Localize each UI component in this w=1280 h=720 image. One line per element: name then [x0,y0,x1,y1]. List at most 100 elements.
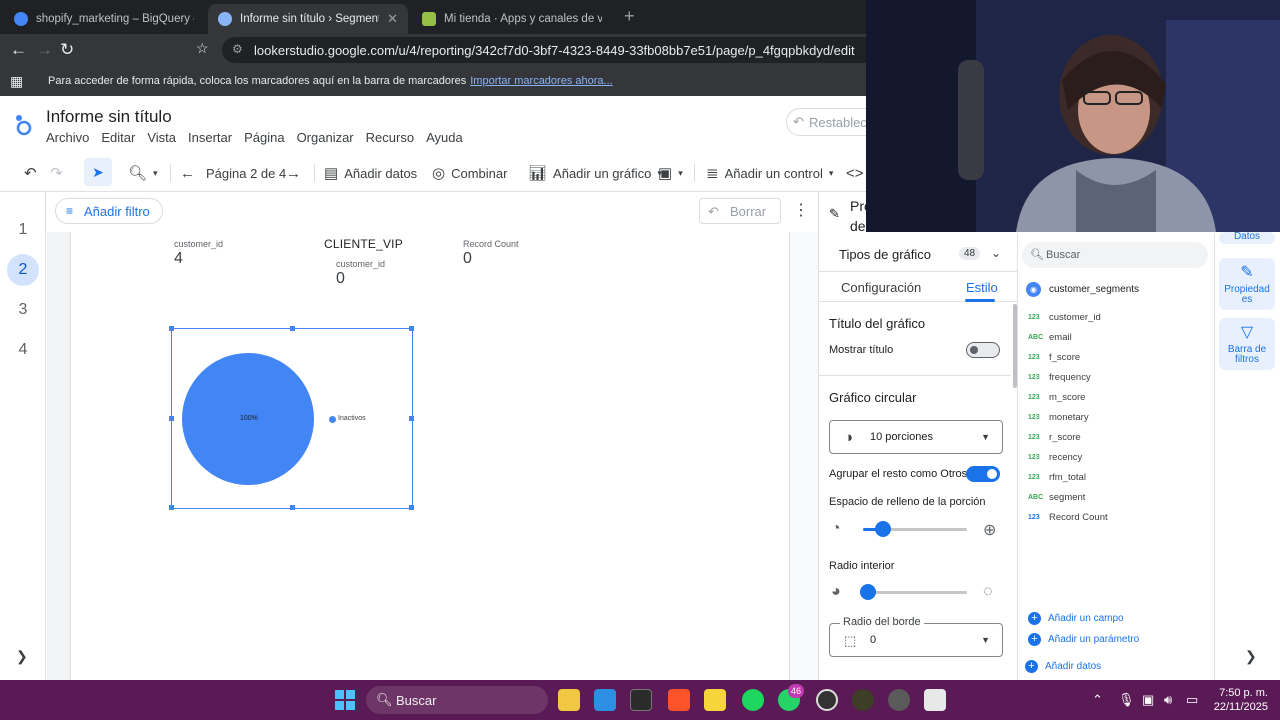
zoom-button[interactable]: 🔍︎ ▾ [128,162,158,184]
canvas-scrollbar[interactable] [790,232,818,680]
bookmark-icon[interactable]: ☆ [196,40,209,57]
menu-editar[interactable]: Editar [101,130,135,145]
terminal-icon[interactable] [630,689,652,711]
network-icon[interactable]: ▣ [1142,692,1154,708]
add-field-button[interactable]: + Añadir un campo [1028,612,1124,625]
field-item[interactable]: 123 rfm_total [1028,472,1086,483]
menu-organizar[interactable]: Organizar [297,130,354,145]
resize-handle[interactable] [290,505,295,510]
menu-pagina[interactable]: Página [244,130,284,145]
page-3[interactable]: 3 [7,294,39,326]
select-cursor-button[interactable]: ➤ [84,158,112,186]
legend-label[interactable]: Inactivos [338,415,366,422]
menu-archivo[interactable]: Archivo [46,130,89,145]
taskbar-search[interactable]: 🔍︎ Buscar [366,686,548,714]
system-clock[interactable]: 7:50 p. m. 22/11/2025 [1206,686,1268,714]
scorecard-customer-id-value[interactable]: 4 [174,250,183,268]
field-item[interactable]: ABC email [1028,332,1072,343]
tab-shopify[interactable]: Mi tienda · Apps y canales de venta · [412,4,612,34]
reload-icon[interactable]: ↻ [60,40,74,60]
page-1[interactable]: 1 [7,214,39,246]
tab-estilo[interactable]: Estilo [966,280,998,295]
show-title-toggle[interactable] [966,342,1000,358]
field-item[interactable]: 123 customer_id [1028,312,1101,323]
add-parameter-button[interactable]: + Añadir un parámetro [1028,633,1139,646]
page-4[interactable]: 4 [7,334,39,366]
redo-button[interactable]: ↷ [50,162,63,184]
resize-handle[interactable] [169,416,174,421]
add-data-panel-button[interactable]: + Añadir datos [1025,660,1101,673]
more-options-icon[interactable]: ⋮ [793,200,809,220]
slice-padding-slider[interactable] [875,521,891,537]
rail-properties-button[interactable]: ✎ Propiedades [1219,258,1275,310]
field-item[interactable]: ABC segment [1028,492,1085,503]
expand-panel-icon[interactable]: ❯ [16,648,28,665]
resize-handle[interactable] [169,505,174,510]
field-item[interactable]: 123 recency [1028,452,1082,463]
app-icon[interactable] [852,689,874,711]
report-title[interactable]: Informe sin título [46,107,172,127]
group-others-toggle[interactable] [966,466,1000,482]
clear-filters-button[interactable]: ↶ Borrar [699,198,781,224]
site-settings-icon[interactable]: ⚙ [232,42,246,56]
field-item[interactable]: 123 f_score [1028,352,1080,363]
slices-count-select[interactable]: ◑ 10 porciones ▼ [829,420,1003,454]
field-item[interactable]: 123 monetary [1028,412,1089,423]
snipping-tool-icon[interactable] [924,689,946,711]
scorecard-record-count-value[interactable]: 0 [463,250,472,268]
field-item[interactable]: 123 Record Count [1028,512,1108,523]
inner-radius-slider[interactable] [860,584,876,600]
file-explorer-icon[interactable] [558,689,580,711]
vscode-icon[interactable] [594,689,616,711]
code-embed-button[interactable]: <> [846,162,864,184]
page-2[interactable]: 2 [7,254,39,286]
previous-page-button[interactable]: ← [180,162,195,184]
blend-button[interactable]: ◎ Combinar [432,162,507,184]
tab-configuracion[interactable]: Configuración [841,280,921,295]
menu-insertar[interactable]: Insertar [188,130,232,145]
tab-looker-studio[interactable]: Informe sin título › Segmentación ✕ [208,4,408,34]
sticky-notes-icon[interactable] [704,689,726,711]
border-radius-select[interactable]: Radio del borde ⬚ 0 ▼ [829,616,1003,657]
resize-handle[interactable] [409,416,414,421]
forward-arrow-icon[interactable]: → [36,40,53,60]
add-filter-button[interactable]: ≡ Añadir filtro [55,198,163,224]
data-source[interactable]: ◉ customer_segments [1026,282,1139,297]
menu-recurso[interactable]: Recurso [366,130,414,145]
battery-icon[interactable]: ▭ [1186,692,1198,708]
add-data-button[interactable]: ▤ Añadir datos [324,162,417,184]
app-icon[interactable] [888,689,910,711]
looker-studio-logo-icon[interactable] [14,114,34,136]
vip-customer-id-value[interactable]: 0 [336,270,345,288]
new-tab-button[interactable]: + [624,6,635,27]
field-item[interactable]: 123 m_score [1028,392,1085,403]
inner-radius-track[interactable] [867,591,967,594]
undo-button[interactable]: ↶ [24,162,37,184]
field-item[interactable]: 123 frequency [1028,372,1091,383]
chart-types-selector[interactable]: Tipos de gráfico 48 ⌄ [819,234,1017,272]
rail-filter-bar-button[interactable]: ▽ Barra de filtros [1219,318,1275,370]
url-field[interactable]: ⚙ lookerstudio.google.com/u/4/reporting/… [222,37,882,63]
add-community-viz-button[interactable]: ▣ ▾ [658,162,683,184]
brave-browser-icon[interactable] [668,689,690,711]
field-item[interactable]: 123 r_score [1028,432,1081,443]
resize-handle[interactable] [409,326,414,331]
import-bookmarks-link[interactable]: Importar marcadores ahora... [470,75,612,87]
add-control-button[interactable]: ≣ Añadir un control ▾ [706,162,833,184]
close-tab-icon[interactable]: ✕ [387,11,398,27]
field-search-input[interactable]: 🔍︎ Buscar [1022,242,1208,268]
windows-start-icon[interactable] [334,689,356,711]
spotify-icon[interactable] [742,689,764,711]
menu-vista[interactable]: Vista [147,130,176,145]
resize-handle[interactable] [409,505,414,510]
apps-grid-icon[interactable]: ▦ [10,73,23,90]
obs-icon[interactable] [816,689,838,711]
tab-bigquery[interactable]: shopify_marketing – BigQuery – Shop [4,4,204,34]
resize-handle[interactable] [169,326,174,331]
next-page-button[interactable]: → [286,162,301,184]
resize-handle[interactable] [290,326,295,331]
microphone-icon[interactable]: 🎙︎ [1118,692,1135,708]
chevron-right-icon[interactable]: ❯ [1245,648,1257,665]
rail-data-button[interactable]: Datos [1219,232,1275,244]
volume-icon[interactable]: 🔊︎ [1164,692,1172,708]
